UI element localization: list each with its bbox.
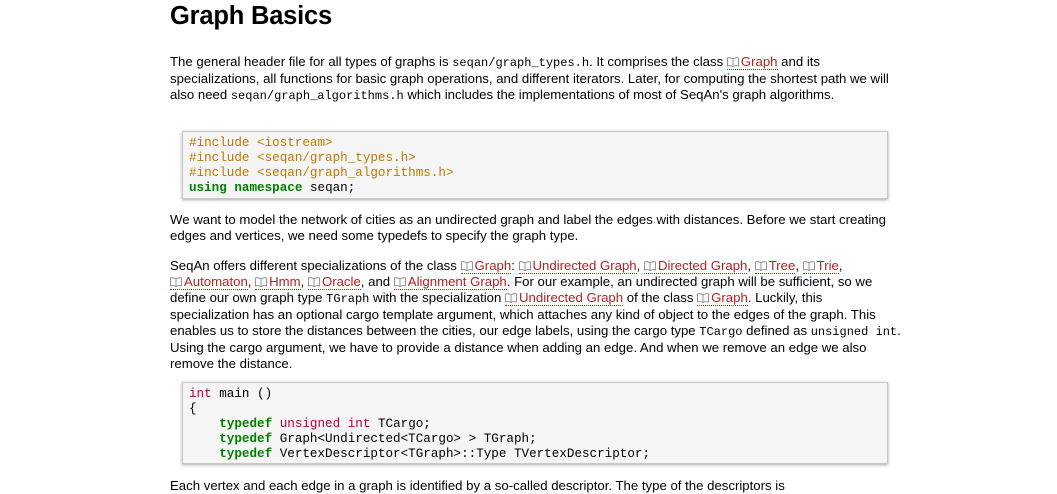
code-line: #include <seqan/graph_algorithms.h>: [189, 166, 454, 180]
book-icon: [644, 261, 656, 271]
book-icon: [393, 277, 406, 287]
link-hmm[interactable]: Hmm: [255, 274, 301, 290]
link-undirected-graph[interactable]: Undirected Graph: [518, 258, 637, 274]
paragraph: We want to model the network of cities a…: [170, 212, 886, 243]
link-alignment-graph[interactable]: Alignment Graph: [393, 274, 507, 290]
book-icon: [802, 261, 815, 271]
link-automaton[interactable]: Automaton: [170, 274, 248, 290]
link-graph[interactable]: Graph: [726, 54, 778, 70]
book-icon: [754, 261, 767, 271]
book-icon: [255, 277, 268, 287]
inline-code: TGraph: [326, 292, 370, 306]
book-icon: [518, 261, 531, 271]
intro-paragraph: The general header file for all types of…: [170, 54, 889, 103]
code-line: typedef Graph<Undirected<TCargo> > TGrap…: [219, 432, 537, 446]
book-icon: [170, 277, 182, 287]
code-line: #include <seqan/graph_types.h>: [189, 151, 416, 165]
link-tree[interactable]: Tree: [754, 258, 796, 274]
link-oracle[interactable]: Oracle: [307, 274, 361, 290]
code-line: typedef unsigned int TCargo;: [219, 417, 431, 431]
code-line: int main (): [189, 387, 273, 401]
inline-code: unsigned int: [810, 325, 898, 339]
book-icon: [460, 261, 473, 271]
inline-code: seqan/graph_algorithms.h: [230, 89, 404, 103]
specializations-paragraph: SeqAn offers different specializations o…: [170, 258, 901, 371]
book-icon: [505, 293, 517, 303]
book-icon: [307, 277, 320, 287]
link-graph[interactable]: Graph: [460, 258, 512, 274]
paragraph: Each vertex and each edge in a graph is …: [170, 478, 785, 493]
book-icon: [697, 293, 710, 303]
page-title: Graph Basics: [170, 2, 333, 30]
code-line: {: [189, 402, 197, 416]
inline-code: TCargo: [699, 325, 743, 339]
code-line: using namespace seqan;: [189, 181, 356, 195]
code-block-includes: #include <iostream> #include <seqan/grap…: [182, 131, 888, 199]
book-icon: [726, 57, 739, 67]
link-undirected-graph[interactable]: Undirected Graph: [505, 290, 624, 306]
code-line: typedef VertexDescriptor<TGraph>::Type T…: [219, 447, 651, 461]
code-line: #include <iostream>: [189, 136, 333, 150]
code-block-typedefs: int main () { typedef unsigned int TCarg…: [182, 382, 888, 464]
link-directed-graph[interactable]: Directed Graph: [643, 258, 748, 274]
link-trie[interactable]: Trie: [802, 258, 839, 274]
inline-code: seqan/graph_types.h: [452, 56, 590, 70]
link-graph[interactable]: Graph: [697, 290, 748, 306]
